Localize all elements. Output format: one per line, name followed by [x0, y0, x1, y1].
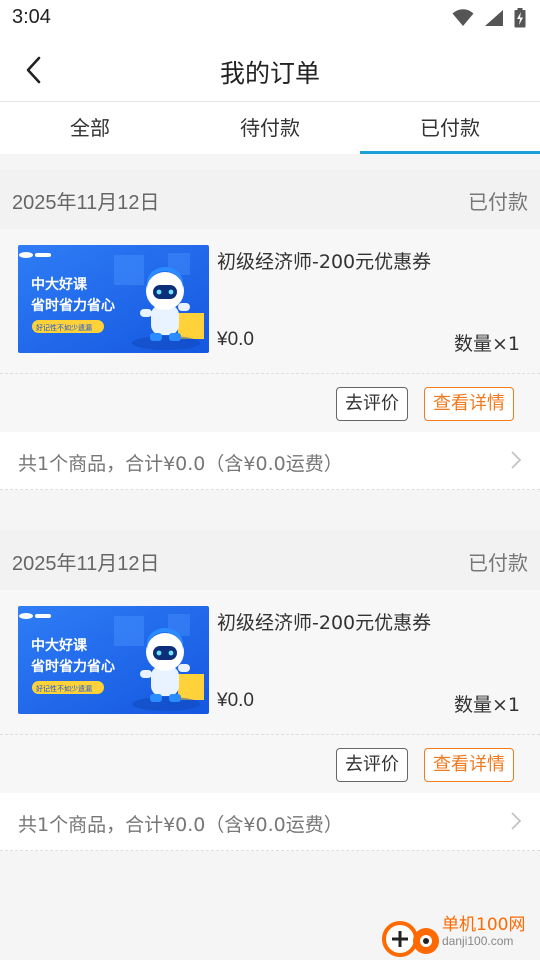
- banner-line2: 省时省力省心: [30, 297, 115, 314]
- order-actions: 去评价 查看详情: [0, 735, 540, 793]
- item-price: ¥0.0: [217, 690, 254, 711]
- tab-pending-payment[interactable]: 待付款: [180, 102, 360, 154]
- page-title: 我的订单: [219, 59, 320, 88]
- order-card: 2025年11月12日 已付款 中大好课 省时省力省心 好记性不如少遗漏 初级经…: [0, 530, 540, 876]
- tab-paid[interactable]: 已付款: [360, 102, 540, 154]
- order-tabs: 全部 待付款 已付款: [0, 102, 540, 154]
- watermark-text: 单机100网 danji100.com: [442, 916, 525, 948]
- view-details-button[interactable]: 查看详情: [424, 387, 514, 421]
- site-watermark: 单机100网 danji100.com: [380, 914, 540, 960]
- order-card: 2025年11月12日 已付款 中大好课 省时省力省心 好记性不如少遗漏 初级经…: [0, 169, 540, 515]
- order-status: 已付款: [468, 190, 528, 214]
- banner-line1: 中大好课: [31, 276, 88, 293]
- order-status: 已付款: [468, 551, 528, 575]
- tab-all[interactable]: 全部: [0, 102, 180, 154]
- wifi-icon: [452, 9, 474, 26]
- order-summary[interactable]: 共1个商品，合计¥0.0（含¥0.0运费）: [0, 793, 540, 851]
- watermark-cn: 单机100网: [442, 915, 526, 935]
- watermark-en: danji100.com: [442, 933, 514, 948]
- product-thumbnail: 中大好课 省时省力省心 好记性不如少遗漏: [18, 606, 209, 714]
- order-item[interactable]: 中大好课 省时省力省心 好记性不如少遗漏 初级经济师-200元优惠券 ¥0.0 …: [0, 229, 540, 374]
- banner-tag: 好记性不如少遗漏: [36, 323, 92, 332]
- order-summary-text: 共1个商品，合计¥0.0（含¥0.0运费）: [18, 453, 343, 475]
- order-actions: 去评价 查看详情: [0, 374, 540, 432]
- order-summary-text: 共1个商品，合计¥0.0（含¥0.0运费）: [18, 814, 343, 836]
- product-thumbnail: 中大好课 省时省力省心 好记性不如少遗漏: [18, 245, 209, 353]
- item-name: 初级经济师-200元优惠券: [217, 612, 432, 634]
- item-price: ¥0.0: [217, 329, 254, 350]
- order-date: 2025年11月12日: [12, 192, 160, 214]
- order-header: 2025年11月12日 已付款: [0, 169, 540, 229]
- view-details-button[interactable]: 查看详情: [424, 748, 514, 782]
- item-quantity: 数量×1: [453, 333, 520, 355]
- status-time: 3:04: [12, 6, 51, 28]
- battery-charging-icon: [514, 8, 526, 28]
- status-icons: [452, 6, 526, 30]
- signal-icon: [485, 10, 503, 26]
- order-header: 2025年11月12日 已付款: [0, 530, 540, 590]
- order-item[interactable]: 中大好课 省时省力省心 好记性不如少遗漏 初级经济师-200元优惠券 ¥0.0 …: [0, 590, 540, 735]
- nav-bar: 我的订单: [0, 36, 540, 102]
- banner-tag: 好记性不如少遗漏: [36, 684, 92, 693]
- order-summary[interactable]: 共1个商品，合计¥0.0（含¥0.0运费）: [0, 432, 540, 490]
- banner-line2: 省时省力省心: [30, 658, 115, 675]
- order-date: 2025年11月12日: [12, 553, 160, 575]
- status-bar: 3:04: [0, 0, 540, 36]
- danji-logo-icon: [382, 921, 439, 957]
- review-button[interactable]: 去评价: [336, 748, 408, 782]
- chevron-right-icon: [511, 812, 522, 830]
- item-quantity: 数量×1: [453, 694, 520, 716]
- chevron-right-icon: [511, 451, 522, 469]
- item-name: 初级经济师-200元优惠券: [217, 251, 432, 273]
- banner-line1: 中大好课: [31, 637, 88, 654]
- review-button[interactable]: 去评价: [336, 387, 408, 421]
